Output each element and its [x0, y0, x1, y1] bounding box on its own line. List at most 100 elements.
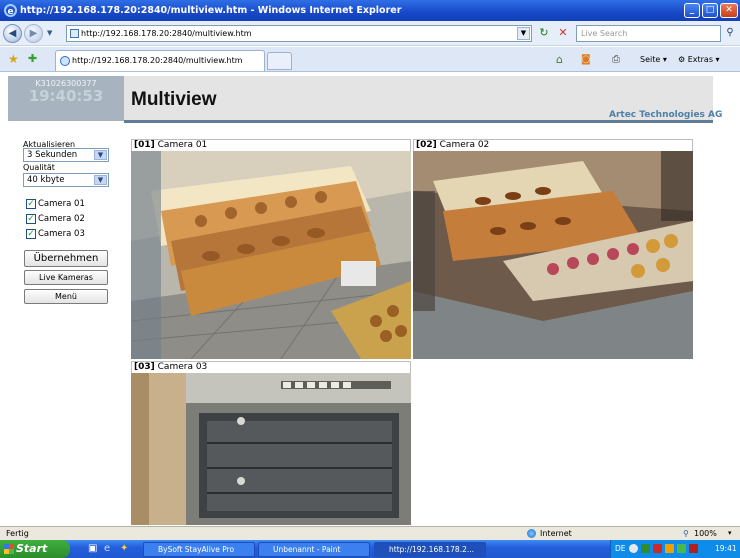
new-tab-button[interactable]	[267, 52, 292, 70]
feeds-icon[interactable]: ◙	[581, 52, 591, 68]
chevron-down-icon: ▼	[94, 150, 107, 160]
address-toolbar: ◀ ▶ ▼ http://192.168.178.20:2840/multivi…	[0, 21, 740, 46]
camera-03-name: Camera 03	[157, 362, 208, 372]
page-menu-label: Seite	[640, 55, 661, 64]
camera-02-id: [02]	[416, 140, 437, 150]
stop-button[interactable]: ✕	[555, 25, 571, 42]
add-favorite-icon[interactable]: ✚	[28, 52, 37, 65]
favorites-star-icon[interactable]: ★	[8, 52, 19, 66]
refresh-interval-select[interactable]: 3 Sekunden ▼	[23, 148, 109, 162]
company-name: Artec Technologies AG	[609, 110, 723, 120]
refresh-interval-value: 3 Sekunden	[27, 150, 78, 160]
system-tray: DE 19:41	[610, 540, 740, 558]
menu-button[interactable]: Menü	[24, 289, 108, 304]
camera-01-label: Camera 01	[38, 199, 85, 209]
quality-value: 40 kbyte	[27, 175, 65, 185]
tray-antivirus-icon[interactable]	[689, 544, 698, 553]
search-input[interactable]: Live Search	[576, 25, 721, 42]
camera-02-title: [02] Camera 02	[413, 139, 693, 151]
maximize-button[interactable]: □	[702, 3, 718, 18]
camera-03-image[interactable]	[131, 373, 411, 525]
taskbar: Start ▣ e ✦ BySoft StayAlive Pro Unbenan…	[0, 540, 740, 558]
clock-time: 19:40:53	[28, 87, 104, 105]
page-icon	[70, 29, 79, 38]
tray-security-icon[interactable]	[653, 544, 662, 553]
language-indicator[interactable]: DE	[615, 540, 626, 558]
tab-toolbar: ★ ✚ http://192.168.178.20:2840/multiview…	[0, 47, 740, 72]
start-label: Start	[16, 542, 48, 555]
print-icon[interactable]: ⎙	[612, 52, 620, 68]
live-cameras-button[interactable]: Live Kameras	[24, 270, 108, 285]
tab-page-icon	[60, 56, 70, 66]
zoom-icon: ⚲	[683, 529, 689, 538]
camera-01-title: [01] Camera 01	[131, 139, 411, 151]
search-placeholder: Live Search	[581, 29, 628, 38]
window-title-bar: e http://192.168.178.20:2840/multiview.h…	[0, 0, 740, 21]
taskbar-item-bysoft[interactable]: BySoft StayAlive Pro	[143, 542, 255, 557]
forward-button[interactable]: ▶	[24, 24, 43, 43]
camera-02-name: Camera 02	[439, 140, 490, 150]
quality-label: Qualität	[23, 163, 55, 172]
tab-multiview[interactable]: http://192.168.178.20:2840/multiview.htm	[55, 50, 265, 71]
back-button[interactable]: ◀	[3, 24, 22, 43]
quality-select[interactable]: 40 kbyte ▼	[23, 173, 109, 187]
status-text: Fertig	[6, 529, 29, 538]
camera-02-checkbox[interactable]: ✓	[26, 214, 36, 224]
tray-clock[interactable]: 19:41	[715, 540, 737, 558]
refresh-icon: ↻	[539, 26, 549, 39]
page-menu[interactable]: Seite ▾	[640, 52, 667, 68]
tab-title: http://192.168.178.20:2840/multiview.htm	[72, 56, 243, 65]
zoom-dropdown-icon[interactable]: ▾	[728, 527, 732, 540]
header-divider	[124, 120, 713, 123]
tray-update-icon[interactable]	[665, 544, 674, 553]
explorer-quicklaunch-icon[interactable]: ✦	[120, 543, 128, 554]
camera-03-checkbox[interactable]: ✓	[26, 229, 36, 239]
taskbar-item-paint[interactable]: Unbenannt - Paint	[258, 542, 370, 557]
stop-icon: ✕	[558, 26, 568, 39]
tray-app-icon[interactable]	[629, 544, 638, 553]
tools-menu-label: Extras	[687, 55, 714, 64]
start-button[interactable]: Start	[0, 540, 70, 558]
chevron-down-icon: ▼	[94, 175, 107, 185]
ie-quicklaunch-icon[interactable]: e	[104, 543, 110, 554]
camera-01-id: [01]	[134, 140, 155, 150]
zoom-level[interactable]: 100%	[694, 527, 717, 540]
taskbar-item-label: http://192.168.178.2...	[389, 545, 474, 554]
globe-icon	[527, 529, 536, 538]
camera-02-image[interactable]	[413, 151, 693, 359]
taskbar-item-label: BySoft StayAlive Pro	[158, 545, 235, 554]
back-arrow-icon: ◀	[8, 28, 17, 39]
tools-menu[interactable]: ⚙ Extras ▾	[678, 52, 720, 68]
forward-arrow-icon: ▶	[29, 28, 38, 39]
camera-01-image[interactable]	[131, 151, 411, 359]
taskbar-item-ie[interactable]: http://192.168.178.2...	[374, 542, 486, 557]
tray-volume-icon[interactable]	[677, 544, 686, 553]
camera-01-name: Camera 01	[157, 140, 208, 150]
home-icon[interactable]: ⌂	[556, 52, 563, 68]
minimize-button[interactable]: _	[684, 3, 700, 18]
camera-03-title: [03] Camera 03	[131, 361, 411, 373]
status-bar: Fertig Internet ⚲ 100% ▾	[0, 526, 740, 540]
history-dropdown-icon[interactable]: ▼	[47, 29, 52, 37]
window-title: http://192.168.178.20:2840/multiview.htm…	[20, 5, 402, 16]
camera-02-label: Camera 02	[38, 214, 85, 224]
apply-button[interactable]: Übernehmen	[24, 250, 108, 267]
refresh-button[interactable]: ↻	[536, 25, 552, 42]
tray-network-icon[interactable]	[641, 544, 650, 553]
taskbar-item-label: Unbenannt - Paint	[273, 545, 341, 554]
svg-text:e: e	[8, 7, 14, 17]
camera-03-label: Camera 03	[38, 229, 85, 239]
show-desktop-icon[interactable]: ▣	[88, 543, 97, 554]
gear-icon: ⚙	[678, 55, 686, 64]
page-title: Multiview	[131, 89, 217, 110]
camera-01-checkbox[interactable]: ✓	[26, 199, 36, 209]
search-button[interactable]: ⚲	[722, 25, 738, 42]
camera-03-id: [03]	[134, 362, 155, 372]
address-dropdown-icon[interactable]: ▼	[517, 27, 530, 40]
address-bar[interactable]: http://192.168.178.20:2840/multiview.htm…	[66, 25, 532, 42]
close-button[interactable]: ✕	[720, 3, 738, 18]
zone-text: Internet	[540, 529, 572, 538]
address-text: http://192.168.178.20:2840/multiview.htm	[81, 29, 252, 38]
search-icon: ⚲	[726, 27, 734, 38]
ie-logo-icon: e	[4, 4, 17, 17]
